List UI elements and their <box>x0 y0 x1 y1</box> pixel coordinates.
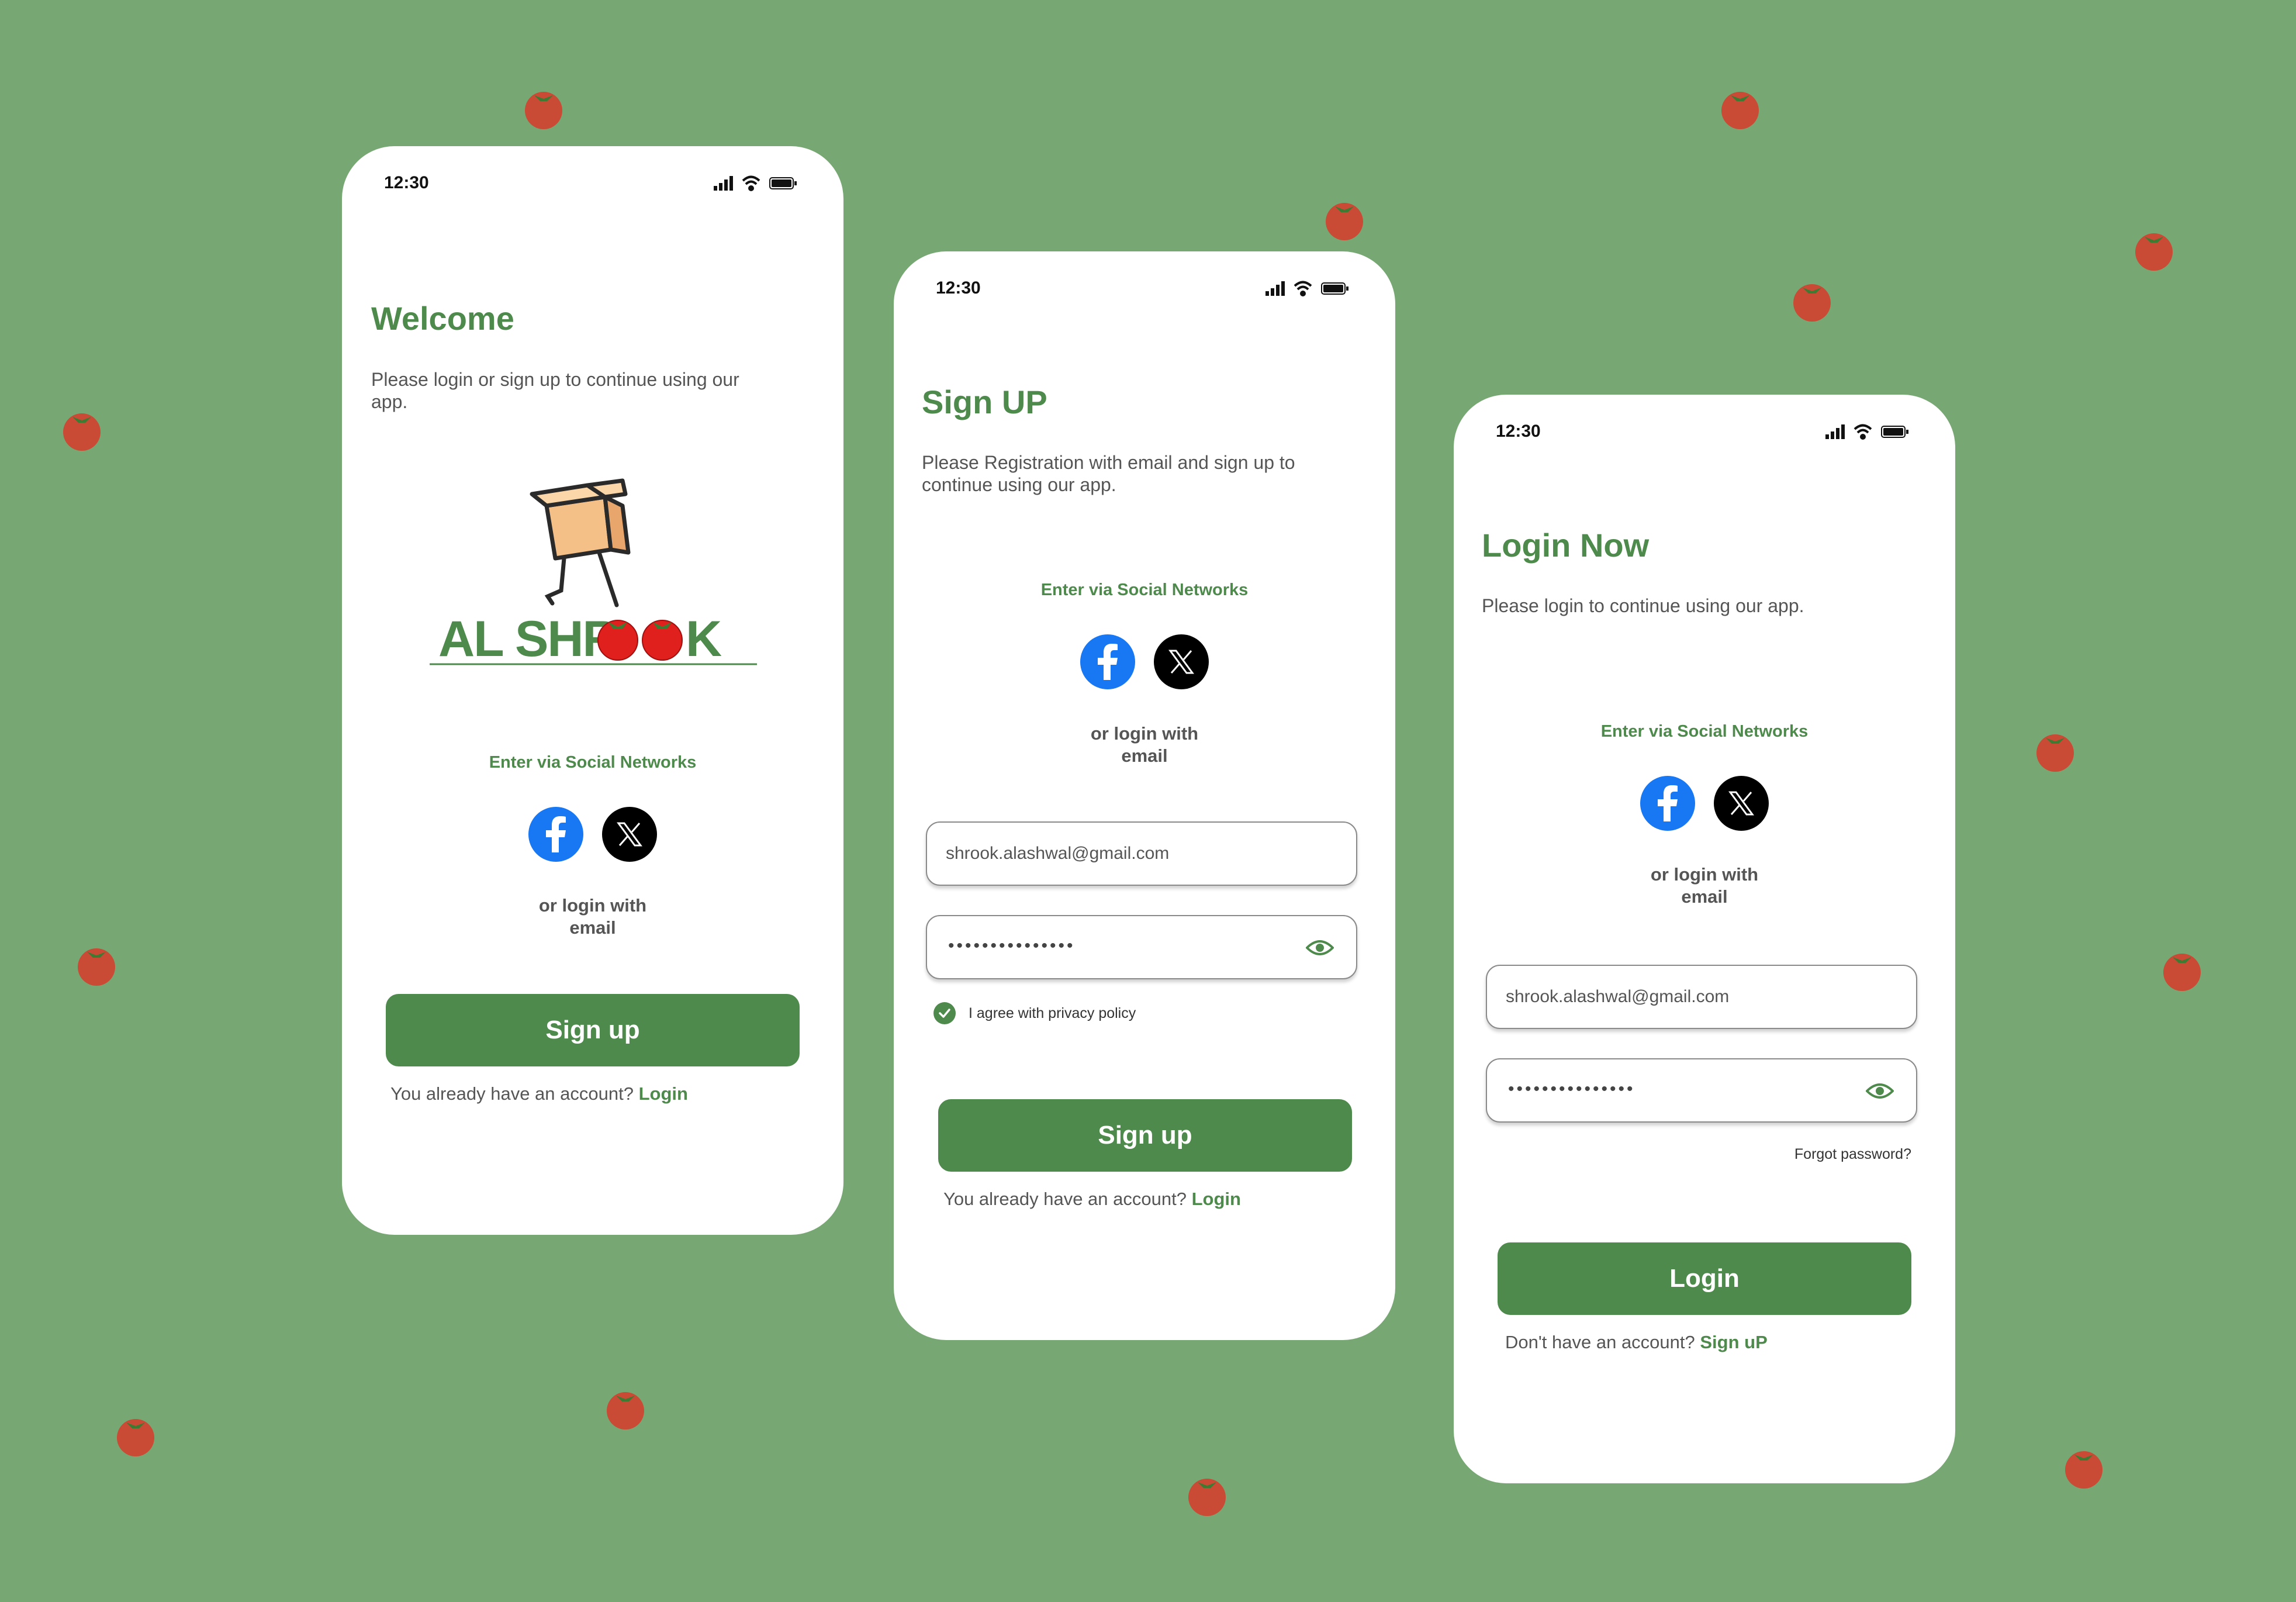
signup-screen: 12:30 Sign UP Please Registration with e… <box>894 251 1395 1340</box>
x-icon <box>617 822 642 847</box>
tomato-icon <box>2135 233 2173 271</box>
password-field[interactable]: ••••••••••••••• <box>1486 1058 1917 1123</box>
alshrook-logo: AL SHR K <box>430 478 757 667</box>
footer-text: Don't have an account? <box>1505 1332 1700 1352</box>
forgot-password-link[interactable]: Forgot password? <box>1794 1146 1911 1163</box>
status-time: 12:30 <box>936 278 981 298</box>
facebook-login-button[interactable] <box>528 807 583 862</box>
page-subtitle: Please Registration with email and sign … <box>922 452 1295 495</box>
page-title: Sign UP <box>922 384 1047 420</box>
tomato-icon <box>63 413 101 451</box>
login-screen: 12:30 Login Now Please login to continue… <box>1454 395 1955 1483</box>
footer-text: You already have an account? <box>943 1189 1192 1209</box>
page-title: Login Now <box>1482 527 1650 564</box>
x-login-button[interactable] <box>602 807 657 862</box>
status-icons <box>714 175 797 191</box>
wifi-icon <box>1854 424 1872 440</box>
tomato-icon <box>1721 92 1759 129</box>
email-value: shrook.alashwal@gmail.com <box>946 844 1170 863</box>
tomato-icon <box>1326 203 1363 240</box>
tomato-icon <box>2036 734 2074 772</box>
facebook-icon <box>1658 785 1678 821</box>
footer-prompt: Don't have an account? Sign uP <box>1505 1332 1768 1353</box>
svg-text:AL SHR: AL SHR <box>438 611 618 667</box>
signup-button[interactable]: Sign up <box>386 994 800 1066</box>
login-button[interactable]: Login <box>1498 1242 1911 1315</box>
social-login-row <box>342 807 843 863</box>
battery-icon <box>769 177 797 189</box>
signal-icon <box>1265 281 1285 296</box>
x-icon <box>1168 650 1194 674</box>
or-login-with-email: or login with email <box>1454 864 1955 908</box>
agree-checkbox[interactable] <box>933 1002 956 1024</box>
page-title: Welcome <box>371 300 514 337</box>
password-value: ••••••••••••••• <box>1508 1079 1635 1099</box>
login-link[interactable]: Login <box>1192 1189 1241 1209</box>
agree-label: I agree with privacy policy <box>969 1004 1136 1021</box>
footer-prompt: You already have an account? Login <box>943 1189 1241 1210</box>
or-line-2: email <box>1121 745 1168 766</box>
battery-icon <box>1321 282 1348 295</box>
social-login-row <box>894 634 1395 690</box>
status-bar: 12:30 <box>384 168 801 198</box>
eye-icon[interactable] <box>1306 937 1334 958</box>
status-icons <box>1265 281 1348 296</box>
tomato-icon <box>117 1419 154 1456</box>
facebook-icon <box>1098 644 1118 680</box>
tomato-icon <box>2065 1451 2103 1489</box>
or-login-with-email: or login with email <box>342 895 843 939</box>
or-login-with-email: or login with email <box>894 723 1395 767</box>
signal-icon <box>714 176 733 191</box>
page-subtitle: Please login to continue using our app. <box>1482 595 1804 616</box>
social-networks-label: Enter via Social Networks <box>1600 722 1809 741</box>
status-bar: 12:30 <box>1496 417 1913 446</box>
status-icons <box>1825 424 1908 440</box>
email-value: shrook.alashwal@gmail.com <box>1506 987 1730 1006</box>
tomato-icon <box>1793 284 1831 322</box>
box-mascot-icon <box>530 478 631 607</box>
social-login-row <box>1454 776 1955 832</box>
footer-text: You already have an account? <box>390 1083 639 1104</box>
welcome-screen: 12:30 Welcome Please login or sign up to… <box>342 146 843 1235</box>
logo-wordmark: AL SHR K <box>430 611 757 667</box>
tomato-icon <box>525 92 562 129</box>
wifi-icon <box>742 175 760 191</box>
facebook-login-button[interactable] <box>1080 634 1135 689</box>
x-login-button[interactable] <box>1154 634 1209 689</box>
eye-icon[interactable] <box>1866 1080 1894 1102</box>
email-field[interactable]: shrook.alashwal@gmail.com <box>926 821 1357 886</box>
x-icon <box>1728 791 1754 816</box>
privacy-agree-row[interactable]: I agree with privacy policy <box>933 1002 1136 1025</box>
email-field[interactable]: shrook.alashwal@gmail.com <box>1486 965 1917 1029</box>
status-time: 12:30 <box>1496 422 1541 441</box>
tomato-icon <box>1188 1479 1226 1516</box>
x-login-button[interactable] <box>1714 776 1769 831</box>
tomato-icon <box>2163 954 2201 991</box>
or-line-1: or login with <box>538 895 647 916</box>
signup-button[interactable]: Sign up <box>938 1099 1352 1172</box>
signup-link[interactable]: Sign uP <box>1700 1332 1767 1352</box>
svg-text:K: K <box>686 611 722 667</box>
or-line-1: or login with <box>1090 723 1199 744</box>
wifi-icon <box>1294 281 1312 296</box>
tomato-icon <box>78 948 115 986</box>
tomato-icon <box>607 1392 644 1430</box>
or-line-1: or login with <box>1650 864 1759 885</box>
signal-icon <box>1825 424 1845 439</box>
social-networks-label: Enter via Social Networks <box>1040 581 1249 599</box>
facebook-login-button[interactable] <box>1640 776 1695 831</box>
facebook-icon <box>546 816 566 852</box>
social-networks-label: Enter via Social Networks <box>489 753 697 772</box>
or-line-2: email <box>569 917 616 938</box>
login-link[interactable]: Login <box>639 1083 688 1104</box>
or-line-2: email <box>1681 886 1728 907</box>
footer-prompt: You already have an account? Login <box>390 1083 688 1104</box>
battery-icon <box>1881 426 1908 438</box>
password-field[interactable]: ••••••••••••••• <box>926 915 1357 979</box>
page-subtitle: Please login or sign up to continue usin… <box>371 369 739 412</box>
status-bar: 12:30 <box>936 274 1353 303</box>
status-time: 12:30 <box>384 173 429 192</box>
password-value: ••••••••••••••• <box>948 936 1076 955</box>
check-icon <box>939 1009 950 1018</box>
